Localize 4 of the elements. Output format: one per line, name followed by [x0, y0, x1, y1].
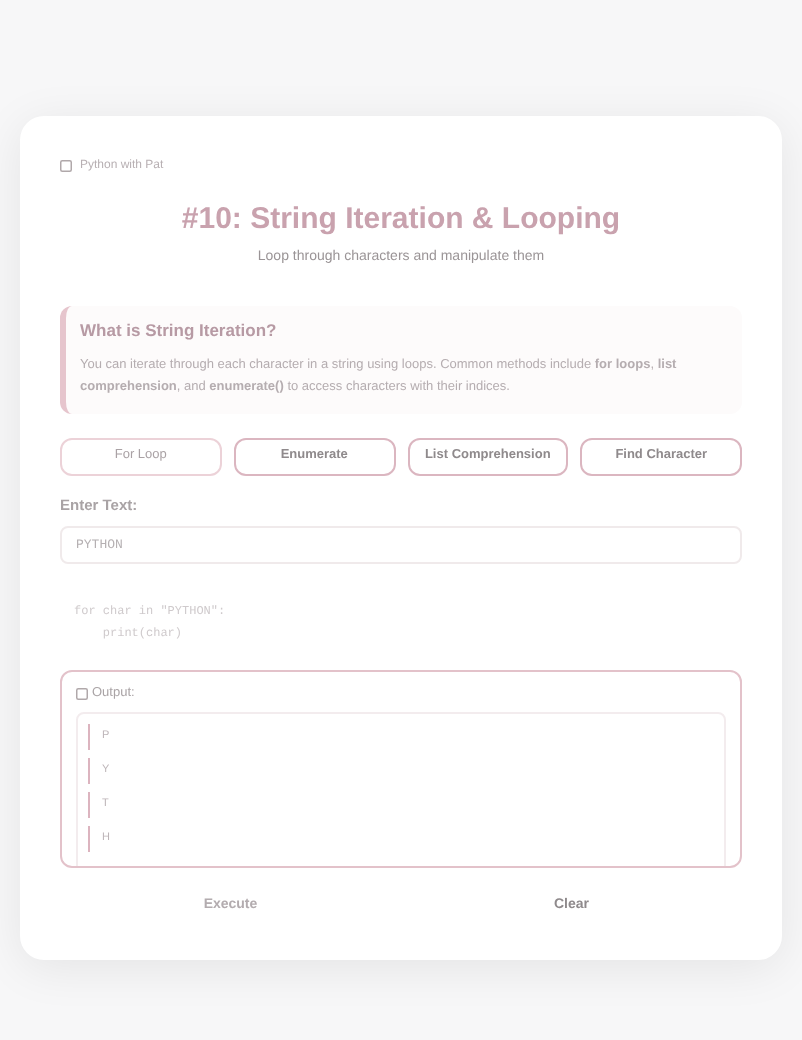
square-icon	[60, 160, 72, 172]
info-heading: What is String Iteration?	[80, 317, 279, 343]
square-icon	[76, 687, 88, 700]
page-title: #10: String Iteration & Looping	[179, 200, 623, 240]
